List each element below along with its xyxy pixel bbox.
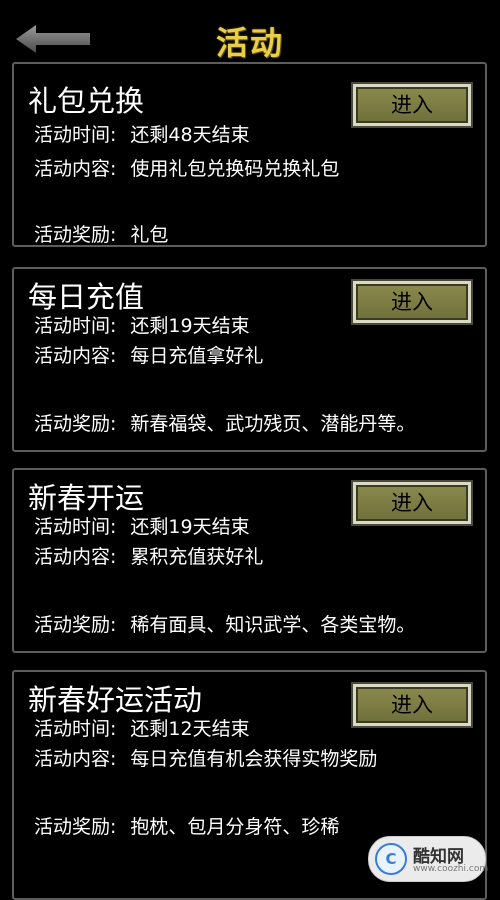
watermark-url: www.coozhi.com <box>413 864 489 874</box>
time-label: 活动时间: <box>34 124 117 146</box>
reward-row: 活动奖励: 礼包 <box>34 220 168 247</box>
content-row: 活动内容: 每日充值有机会获得实物奖励 <box>34 744 377 771</box>
card-title: 新春开运 <box>28 481 145 515</box>
reward-value: 抱枕、包月分身符、珍稀 <box>130 816 340 838</box>
card-title: 每日充值 <box>28 280 145 314</box>
enter-button[interactable]: 进入 <box>351 682 473 728</box>
reward-row: 活动奖励: 稀有面具、知识武学、各类宝物。 <box>34 610 415 637</box>
time-value: 还剩19天结束 <box>130 315 250 337</box>
reward-label: 活动奖励: <box>34 816 117 838</box>
time-label: 活动时间: <box>34 315 117 337</box>
enter-button[interactable]: 进入 <box>351 480 473 526</box>
content-label: 活动内容: <box>34 546 117 568</box>
content-row: 活动内容: 每日充值拿好礼 <box>34 341 263 368</box>
time-label: 活动时间: <box>34 718 117 740</box>
reward-row: 活动奖励: 新春福袋、武功残页、潜能丹等。 <box>34 409 415 436</box>
activity-card-gift-redeem: 礼包兑换 进入 活动时间: 还剩48天结束 活动内容: 使用礼包兑换码兑换礼包 活动… <box>12 62 487 247</box>
reward-label: 活动奖励: <box>34 614 117 636</box>
enter-button[interactable]: 进入 <box>351 82 473 128</box>
content-row: 活动内容: 使用礼包兑换码兑换礼包 <box>34 154 339 181</box>
content-label: 活动内容: <box>34 748 117 770</box>
time-row: 活动时间: 还剩19天结束 <box>34 311 250 338</box>
content-label: 活动内容: <box>34 158 117 180</box>
content-value: 使用礼包兑换码兑换礼包 <box>130 158 340 180</box>
reward-value: 新春福袋、武功残页、潜能丹等。 <box>130 413 416 435</box>
time-row: 活动时间: 还剩12天结束 <box>34 714 250 741</box>
reward-label: 活动奖励: <box>34 413 117 435</box>
watermark-logo-icon: C <box>375 843 407 875</box>
reward-row: 活动奖励: 抱枕、包月分身符、珍稀 <box>34 812 339 839</box>
content-label: 活动内容: <box>34 345 117 367</box>
enter-button[interactable]: 进入 <box>351 279 473 325</box>
content-value: 每日充值拿好礼 <box>130 345 264 367</box>
content-value: 累积充值获好礼 <box>130 546 264 568</box>
site-watermark: C 酷知网 www.coozhi.com <box>368 836 489 882</box>
time-row: 活动时间: 还剩48天结束 <box>34 120 250 147</box>
time-label: 活动时间: <box>34 516 117 538</box>
time-row: 活动时间: 还剩19天结束 <box>34 512 250 539</box>
content-row: 活动内容: 累积充值获好礼 <box>34 542 263 569</box>
reward-label: 活动奖励: <box>34 224 117 246</box>
content-value: 每日充值有机会获得实物奖励 <box>130 748 378 770</box>
activity-card-spring-fortune: 新春开运 进入 活动时间: 还剩19天结束 活动内容: 累积充值获好礼 活动奖励: 稀… <box>12 468 487 653</box>
activity-card-daily-recharge: 每日充值 进入 活动时间: 还剩19天结束 活动内容: 每日充值拿好礼 活动奖励: 新… <box>12 267 487 452</box>
time-value: 还剩12天结束 <box>130 718 250 740</box>
card-title: 礼包兑换 <box>28 84 145 118</box>
time-value: 还剩19天结束 <box>130 516 250 538</box>
reward-value: 稀有面具、知识武学、各类宝物。 <box>130 614 416 636</box>
reward-value: 礼包 <box>130 224 169 246</box>
card-title: 新春好运活动 <box>28 683 203 717</box>
page-title: 活动 <box>215 24 284 62</box>
time-value: 还剩48天结束 <box>130 124 250 146</box>
